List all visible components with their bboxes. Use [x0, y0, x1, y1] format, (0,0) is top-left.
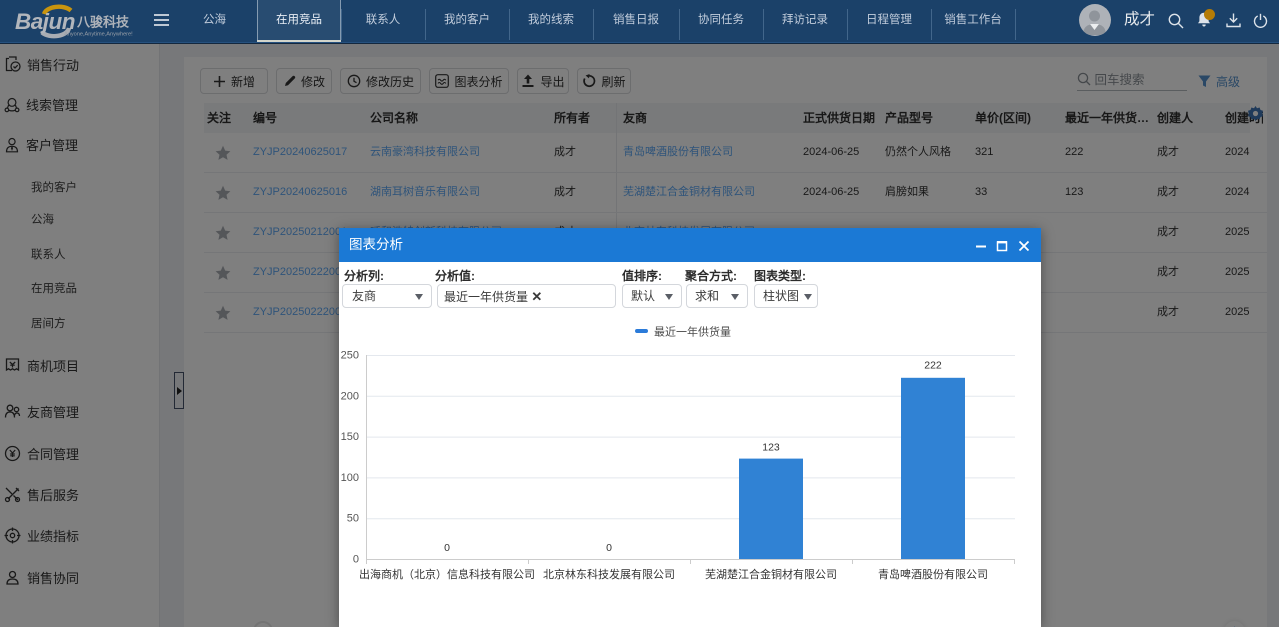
svg-text:222: 222: [924, 360, 942, 372]
svg-text:青岛啤酒股份有限公司: 青岛啤酒股份有限公司: [878, 567, 988, 581]
svg-text:Anyone,Anytime,Anywhere!: Anyone,Anytime,Anywhere!: [64, 32, 133, 38]
svg-text:250: 250: [341, 350, 359, 362]
svg-text:芜湖楚江合金铜材有限公司: 芜湖楚江合金铜材有限公司: [705, 567, 837, 581]
svg-text:200: 200: [341, 390, 359, 402]
svg-text:0: 0: [353, 554, 359, 566]
svg-text:50: 50: [347, 513, 359, 525]
svg-text:最近一年供货量: 最近一年供货量: [654, 325, 731, 339]
svg-text:0: 0: [606, 542, 612, 554]
svg-text:八骏科技: 八骏科技: [76, 15, 130, 30]
svg-text:北京林东科技发展有限公司: 北京林东科技发展有限公司: [543, 567, 675, 581]
svg-text:100: 100: [341, 472, 359, 484]
svg-text:0: 0: [444, 542, 450, 554]
svg-text:123: 123: [762, 442, 780, 454]
svg-text:Bajun: Bajun: [15, 9, 75, 34]
svg-text:出海商机（北京）信息科技有限公司: 出海商机（北京）信息科技有限公司: [359, 567, 535, 581]
svg-text:150: 150: [341, 431, 359, 443]
